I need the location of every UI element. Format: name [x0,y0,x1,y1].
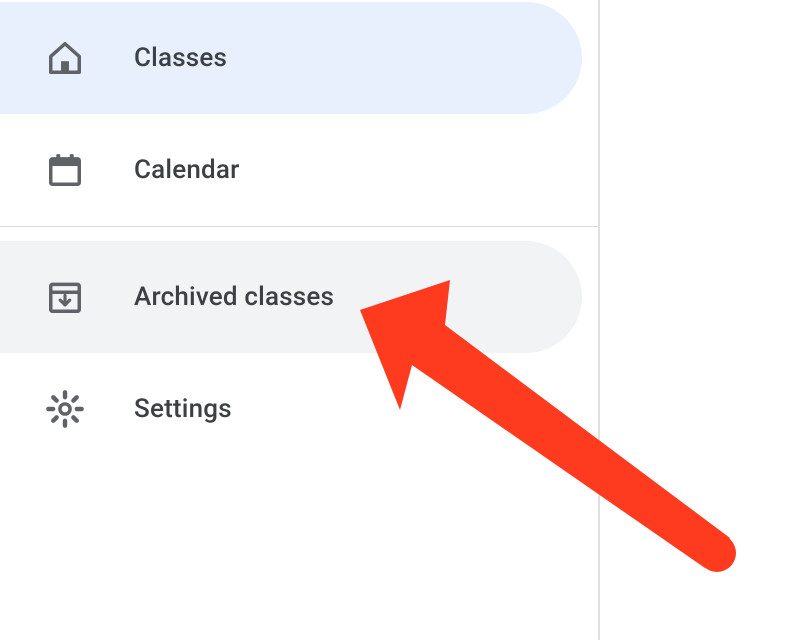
nav-section-main: Classes Calendar [0,0,598,226]
sidebar-item-label: Classes [134,43,227,73]
home-icon [46,39,84,77]
sidebar-item-settings[interactable]: Settings [0,353,582,465]
nav-section-secondary: Archived classes Settings [0,239,598,465]
sidebar-item-label: Settings [134,394,232,424]
calendar-icon [46,151,84,189]
sidebar-item-label: Calendar [134,155,239,185]
sidebar-item-archived-classes[interactable]: Archived classes [0,241,582,353]
gear-icon [46,390,84,428]
sidebar-item-label: Archived classes [134,282,334,312]
sidebar-item-classes[interactable]: Classes [0,2,582,114]
sidebar-item-calendar[interactable]: Calendar [0,114,582,226]
archive-icon [46,278,84,316]
sidebar: Classes Calendar [0,0,600,640]
